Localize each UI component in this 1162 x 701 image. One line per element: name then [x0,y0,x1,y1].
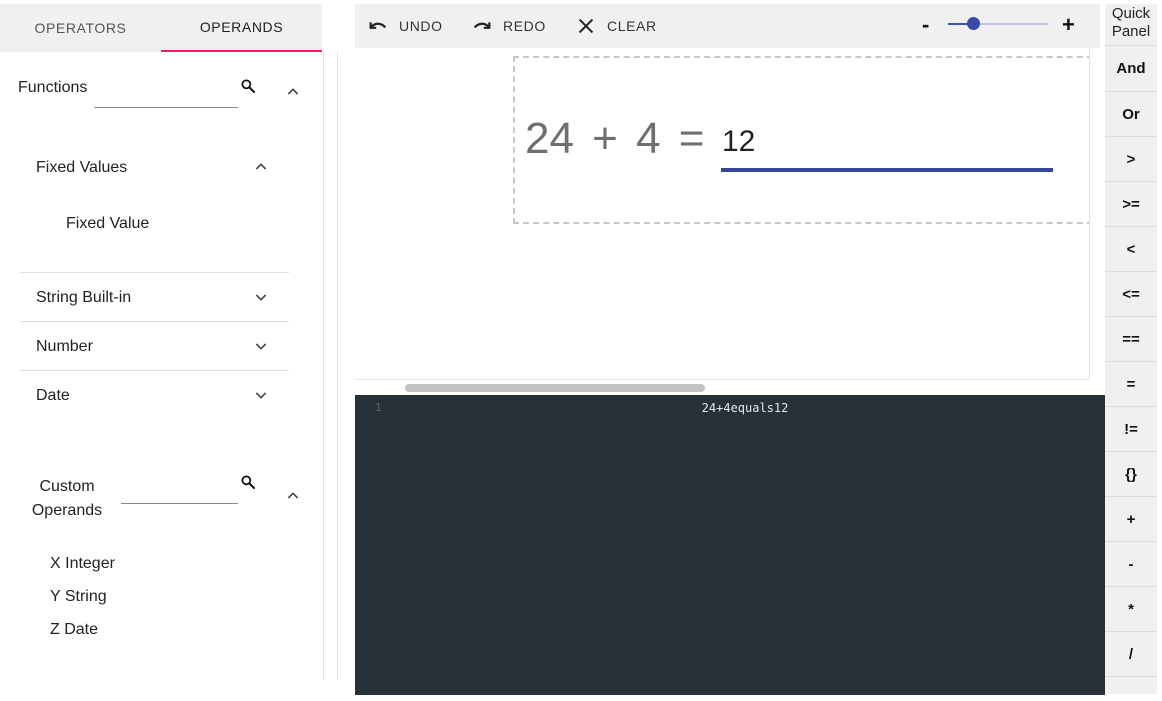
group-fixed-values-label: Fixed Values [36,158,128,176]
expression-canvas[interactable]: 24 + 4 = [355,48,1090,380]
chevron-up-icon [255,163,267,170]
quick-panel-title-line2: Panel [1111,23,1151,40]
custom-operands-search-input[interactable] [121,503,238,504]
quick-panel-title: Quick Panel [1105,5,1157,41]
redo-icon [473,22,491,29]
custom-operands-title: Custom Operands [31,475,103,523]
quick-greater-or-equal-button[interactable]: >= [1105,182,1157,227]
custom-operands-title-line1: Custom [39,478,95,495]
group-number[interactable]: Number [20,322,289,371]
group-string-built-in-label: String Built-in [36,288,132,306]
chevron-down-icon [255,392,267,399]
group-date[interactable]: Date [20,371,289,420]
close-icon [578,18,594,34]
zoom-out-button[interactable]: - [922,12,929,38]
redo-label: REDO [503,18,546,34]
operand-z-date[interactable]: Z Date [50,621,98,639]
quick-multiply-button[interactable]: * [1105,587,1157,632]
functions-search-icon[interactable] [238,76,258,96]
functions-collapse-chevron-up-icon[interactable] [283,82,303,102]
zoom-slider[interactable] [948,17,1048,30]
quick-divide-button[interactable]: / [1105,632,1157,677]
panel-tabs: OPERATORS OPERANDS [0,4,322,52]
result-input[interactable] [721,116,1053,172]
operand-y-string[interactable]: Y String [50,588,107,606]
canvas-horizontal-scrollbar[interactable] [355,381,1090,394]
quick-minus-button[interactable]: - [1105,542,1157,587]
quick-greater-than-button[interactable]: > [1105,137,1157,182]
code-editor[interactable]: 1 24+4equals12 [355,395,1105,695]
undo-button[interactable]: UNDO [367,14,443,38]
custom-operands-collapse-chevron-up-icon[interactable] [283,486,303,506]
quick-braces-button[interactable]: {} [1105,452,1157,497]
quick-less-or-equal-button[interactable]: <= [1105,272,1157,317]
group-number-label: Number [36,337,93,355]
undo-icon [369,22,387,29]
quick-equals-equals-button[interactable]: == [1105,317,1157,362]
editor-toolbar: UNDO REDO CLEAR - + [355,4,1100,48]
clear-button[interactable]: CLEAR [575,14,657,38]
quick-or-button[interactable]: Or [1105,92,1157,137]
quick-equals-button[interactable]: = [1105,362,1157,407]
quick-and-button[interactable]: And [1105,46,1157,92]
quick-less-than-button[interactable]: < [1105,227,1157,272]
chevron-down-icon [255,294,267,301]
scrollbar-thumb[interactable] [405,384,705,392]
quick-plus-button[interactable]: + [1105,497,1157,542]
tab-operators[interactable]: OPERATORS [0,4,161,52]
custom-operands-title-line2: Operands [31,502,103,519]
panel-divider [323,52,324,680]
quick-not-equal-button[interactable]: != [1105,407,1157,452]
functions-search-input[interactable] [94,107,238,108]
zoom-in-button[interactable]: + [1062,12,1075,38]
code-line[interactable]: 24+4equals12 [355,401,1135,415]
panel-scrollbar-track[interactable] [337,52,338,680]
expression-block[interactable]: 24 + 4 = [513,56,1089,224]
quick-panel: Quick Panel And Or > >= < <= == = != {} … [1105,4,1157,694]
clear-label: CLEAR [607,18,657,34]
operand-x-integer[interactable]: X Integer [50,555,115,573]
group-fixed-values[interactable]: Fixed Values [20,143,289,192]
functions-title: Functions [18,79,88,96]
operands-panel: OPERATORS OPERANDS Functions Fixed Value… [0,0,339,701]
custom-operands-search-icon[interactable] [238,472,258,492]
operand-fixed-value[interactable]: Fixed Value [66,215,149,233]
zoom-slider-thumb[interactable] [967,17,980,30]
quick-panel-title-line1: Quick [1111,5,1151,22]
group-string-built-in[interactable]: String Built-in [20,273,289,322]
redo-button[interactable]: REDO [471,14,546,38]
chevron-down-icon [255,343,267,350]
undo-label: UNDO [399,18,443,34]
tab-operands[interactable]: OPERANDS [161,4,322,52]
expression-text: 24 + 4 = [525,114,705,163]
group-date-label: Date [36,386,70,404]
